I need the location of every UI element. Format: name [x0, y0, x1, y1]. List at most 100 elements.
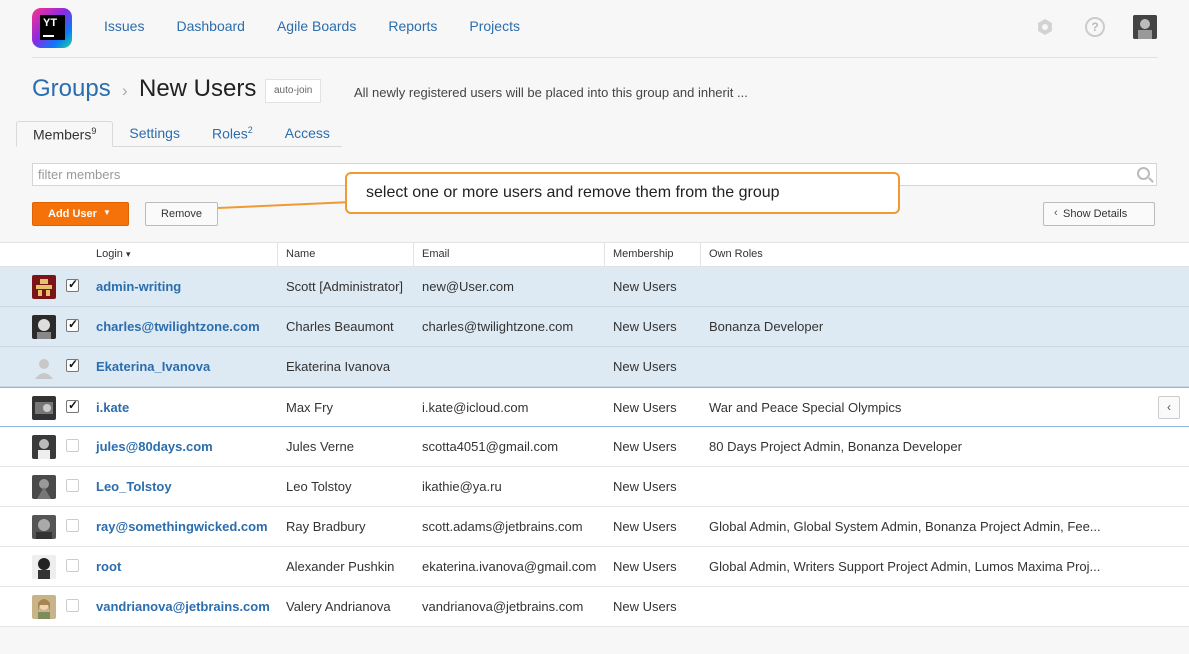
- login-link[interactable]: root: [96, 559, 121, 574]
- email-cell: ekaterina.ivanova@gmail.com: [422, 559, 597, 574]
- roles-cell: 80 Days Project Admin, Bonanza Developer: [709, 439, 962, 454]
- email-cell: i.kate@icloud.com: [422, 400, 529, 415]
- avatar: [32, 595, 56, 619]
- logo-mark: YT: [40, 15, 65, 40]
- login-link[interactable]: jules@80days.com: [96, 439, 213, 454]
- login-link[interactable]: Ekaterina_Ivanova: [96, 359, 210, 374]
- table-row[interactable]: admin-writing Scott [Administrator] new@…: [0, 267, 1189, 307]
- show-details-button[interactable]: ‹ Show Details: [1043, 202, 1155, 226]
- membership-cell: New Users: [613, 319, 677, 334]
- row-details-arrow-icon[interactable]: ‹: [1158, 396, 1180, 419]
- login-link[interactable]: vandrianova@jetbrains.com: [96, 599, 270, 614]
- name-cell: Ekaterina Ivanova: [286, 359, 391, 374]
- row-checkbox[interactable]: [66, 439, 79, 452]
- nav-projects[interactable]: Projects: [469, 18, 520, 34]
- email-cell: scotta4051@gmail.com: [422, 439, 559, 454]
- email-cell: new@User.com: [422, 279, 514, 294]
- add-user-button[interactable]: Add User ▼: [32, 202, 129, 226]
- user-avatar[interactable]: [1133, 15, 1157, 39]
- roles-cell: War and Peace Special Olympics: [709, 400, 902, 415]
- login-link[interactable]: charles@twilightzone.com: [96, 319, 260, 334]
- nav-agile-boards[interactable]: Agile Boards: [277, 18, 356, 34]
- membership-cell: New Users: [613, 519, 677, 534]
- header-divider: [32, 57, 1158, 58]
- row-checkbox[interactable]: [66, 559, 79, 572]
- row-checkbox[interactable]: [66, 599, 79, 612]
- table-row[interactable]: Leo_Tolstoy Leo Tolstoy ikathie@ya.ru Ne…: [0, 467, 1189, 507]
- main-nav: Issues Dashboard Agile Boards Reports Pr…: [104, 18, 552, 34]
- search-icon[interactable]: [1137, 167, 1150, 180]
- tab-roles-label: Roles: [211, 125, 248, 142]
- avatar: [32, 396, 56, 420]
- membership-cell: New Users: [613, 400, 677, 415]
- membership-cell: New Users: [613, 599, 677, 614]
- login-link[interactable]: Leo_Tolstoy: [96, 479, 172, 494]
- login-link[interactable]: ray@somethingwicked.com: [96, 519, 268, 534]
- tab-access-label: Access: [284, 125, 330, 141]
- callout-annotation: select one or more users and remove them…: [345, 172, 900, 214]
- tab-roles[interactable]: Roles2: [196, 121, 269, 147]
- nav-dashboard[interactable]: Dashboard: [176, 18, 245, 34]
- login-link[interactable]: i.kate: [96, 400, 129, 415]
- row-checkbox[interactable]: [66, 357, 79, 372]
- roles-cell: Bonanza Developer: [709, 319, 824, 334]
- show-details-label: Show Details: [1063, 208, 1128, 220]
- header-login[interactable]: Login ▾: [96, 243, 131, 266]
- membership-cell: New Users: [613, 279, 677, 294]
- header-login-label: Login: [96, 248, 123, 260]
- name-cell: Alexander Pushkin: [286, 559, 395, 574]
- callout-pointer: [217, 201, 346, 209]
- row-checkbox[interactable]: [66, 398, 79, 413]
- tab-members[interactable]: Members9: [16, 121, 114, 147]
- table-row[interactable]: charles@twilightzone.com Charles Beaumon…: [0, 307, 1189, 347]
- add-user-label: Add User: [48, 208, 97, 220]
- avatar: [32, 355, 56, 379]
- roles-cell: Global Admin, Global System Admin, Bonan…: [709, 519, 1101, 534]
- tab-members-label: Members: [33, 126, 92, 143]
- gear-icon[interactable]: [1035, 17, 1055, 37]
- nav-issues[interactable]: Issues: [104, 18, 144, 34]
- youtrack-logo[interactable]: YT: [32, 8, 72, 48]
- table-row[interactable]: jules@80days.com Jules Verne scotta4051@…: [0, 427, 1189, 467]
- header-email[interactable]: Email: [413, 243, 450, 266]
- membership-cell: New Users: [613, 559, 677, 574]
- tab-roles-count: 2: [247, 125, 253, 135]
- help-icon[interactable]: ?: [1085, 17, 1105, 37]
- group-description: All newly registered users will be place…: [354, 85, 748, 100]
- avatar: [32, 555, 56, 579]
- tab-settings[interactable]: Settings: [113, 121, 196, 147]
- login-link[interactable]: admin-writing: [96, 279, 181, 294]
- membership-cell: New Users: [613, 439, 677, 454]
- row-checkbox[interactable]: [66, 519, 79, 532]
- header-name[interactable]: Name: [277, 243, 315, 266]
- name-cell: Jules Verne: [286, 439, 354, 454]
- membership-cell: New Users: [613, 359, 677, 374]
- email-cell: ikathie@ya.ru: [422, 479, 502, 494]
- tab-access[interactable]: Access: [269, 121, 346, 147]
- sort-caret-icon: ▾: [125, 249, 131, 259]
- tab-bar: Members9 Settings Roles2 Access: [16, 121, 346, 147]
- row-checkbox[interactable]: [66, 277, 79, 292]
- name-cell: Max Fry: [286, 400, 333, 415]
- breadcrumb-groups[interactable]: Groups: [32, 75, 111, 103]
- avatar: [32, 435, 56, 459]
- row-checkbox[interactable]: [66, 317, 79, 332]
- table-row[interactable]: Ekaterina_Ivanova Ekaterina Ivanova New …: [0, 347, 1189, 387]
- email-cell: vandrianova@jetbrains.com: [422, 599, 584, 614]
- email-cell: charles@twilightzone.com: [422, 319, 574, 334]
- tab-settings-label: Settings: [129, 125, 180, 141]
- remove-button[interactable]: Remove: [145, 202, 218, 226]
- header-membership[interactable]: Membership: [604, 243, 674, 266]
- name-cell: Ray Bradbury: [286, 519, 366, 534]
- table-row[interactable]: i.kate Max Fry i.kate@icloud.com New Use…: [0, 387, 1189, 427]
- tab-members-count: 9: [91, 126, 97, 136]
- row-checkbox[interactable]: [66, 479, 79, 492]
- table-row[interactable]: vandrianova@jetbrains.com Valery Andrian…: [0, 587, 1189, 627]
- table-row[interactable]: root Alexander Pushkin ekaterina.ivanova…: [0, 547, 1189, 587]
- table-row[interactable]: ray@somethingwicked.com Ray Bradbury sco…: [0, 507, 1189, 547]
- avatar: [32, 315, 56, 339]
- nav-reports[interactable]: Reports: [388, 18, 437, 34]
- avatar: [32, 515, 56, 539]
- members-table: admin-writing Scott [Administrator] new@…: [0, 267, 1189, 627]
- header-own-roles[interactable]: Own Roles: [700, 243, 763, 266]
